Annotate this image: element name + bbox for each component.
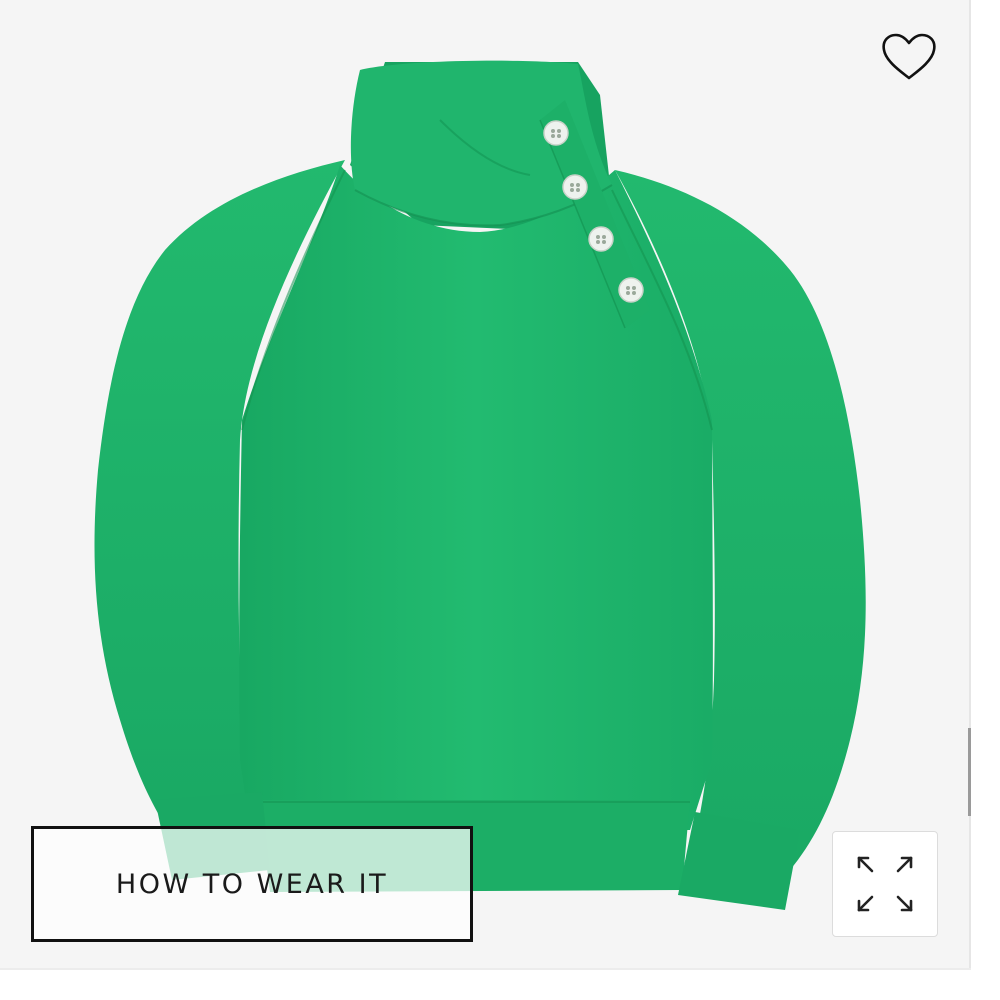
- product-image[interactable]: [0, 0, 970, 968]
- button: [543, 120, 569, 146]
- button: [562, 174, 588, 200]
- button: [588, 226, 614, 252]
- favorite-button[interactable]: [876, 28, 942, 86]
- viewer-right-border: [969, 0, 971, 970]
- heart-outline-icon: [882, 33, 936, 80]
- how-to-wear-label: HOW TO WEAR IT: [115, 868, 389, 900]
- expand-button[interactable]: [832, 831, 938, 937]
- how-to-wear-button[interactable]: HOW TO WEAR IT: [31, 826, 473, 942]
- viewer-bottom-border: [0, 968, 971, 970]
- button: [618, 277, 644, 303]
- scroll-indicator[interactable]: [968, 728, 971, 816]
- expand-arrows-icon: [857, 856, 913, 912]
- product-image-viewer: HOW TO WEAR IT: [0, 0, 970, 968]
- sweater-body: [239, 165, 713, 830]
